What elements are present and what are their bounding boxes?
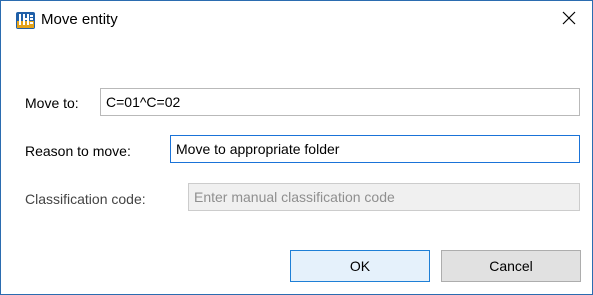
- reason-to-move-field[interactable]: [170, 135, 580, 163]
- classification-code-label: Classification code:: [25, 191, 146, 207]
- move-to-field[interactable]: [100, 88, 580, 116]
- cancel-button[interactable]: Cancel: [441, 250, 581, 282]
- move-entity-dialog: Move entity Move to: Reason to move: Cla…: [0, 0, 593, 295]
- close-icon: [562, 11, 576, 30]
- classification-code-field[interactable]: [188, 183, 580, 211]
- reason-to-move-label: Reason to move:: [25, 143, 131, 159]
- title-bar[interactable]: Move entity: [1, 1, 592, 39]
- move-to-label: Move to:: [25, 95, 79, 111]
- dialog-title: Move entity: [41, 11, 118, 28]
- ok-button[interactable]: OK: [290, 250, 430, 282]
- ihs-logo-icon: [16, 12, 35, 29]
- close-button[interactable]: [546, 1, 592, 39]
